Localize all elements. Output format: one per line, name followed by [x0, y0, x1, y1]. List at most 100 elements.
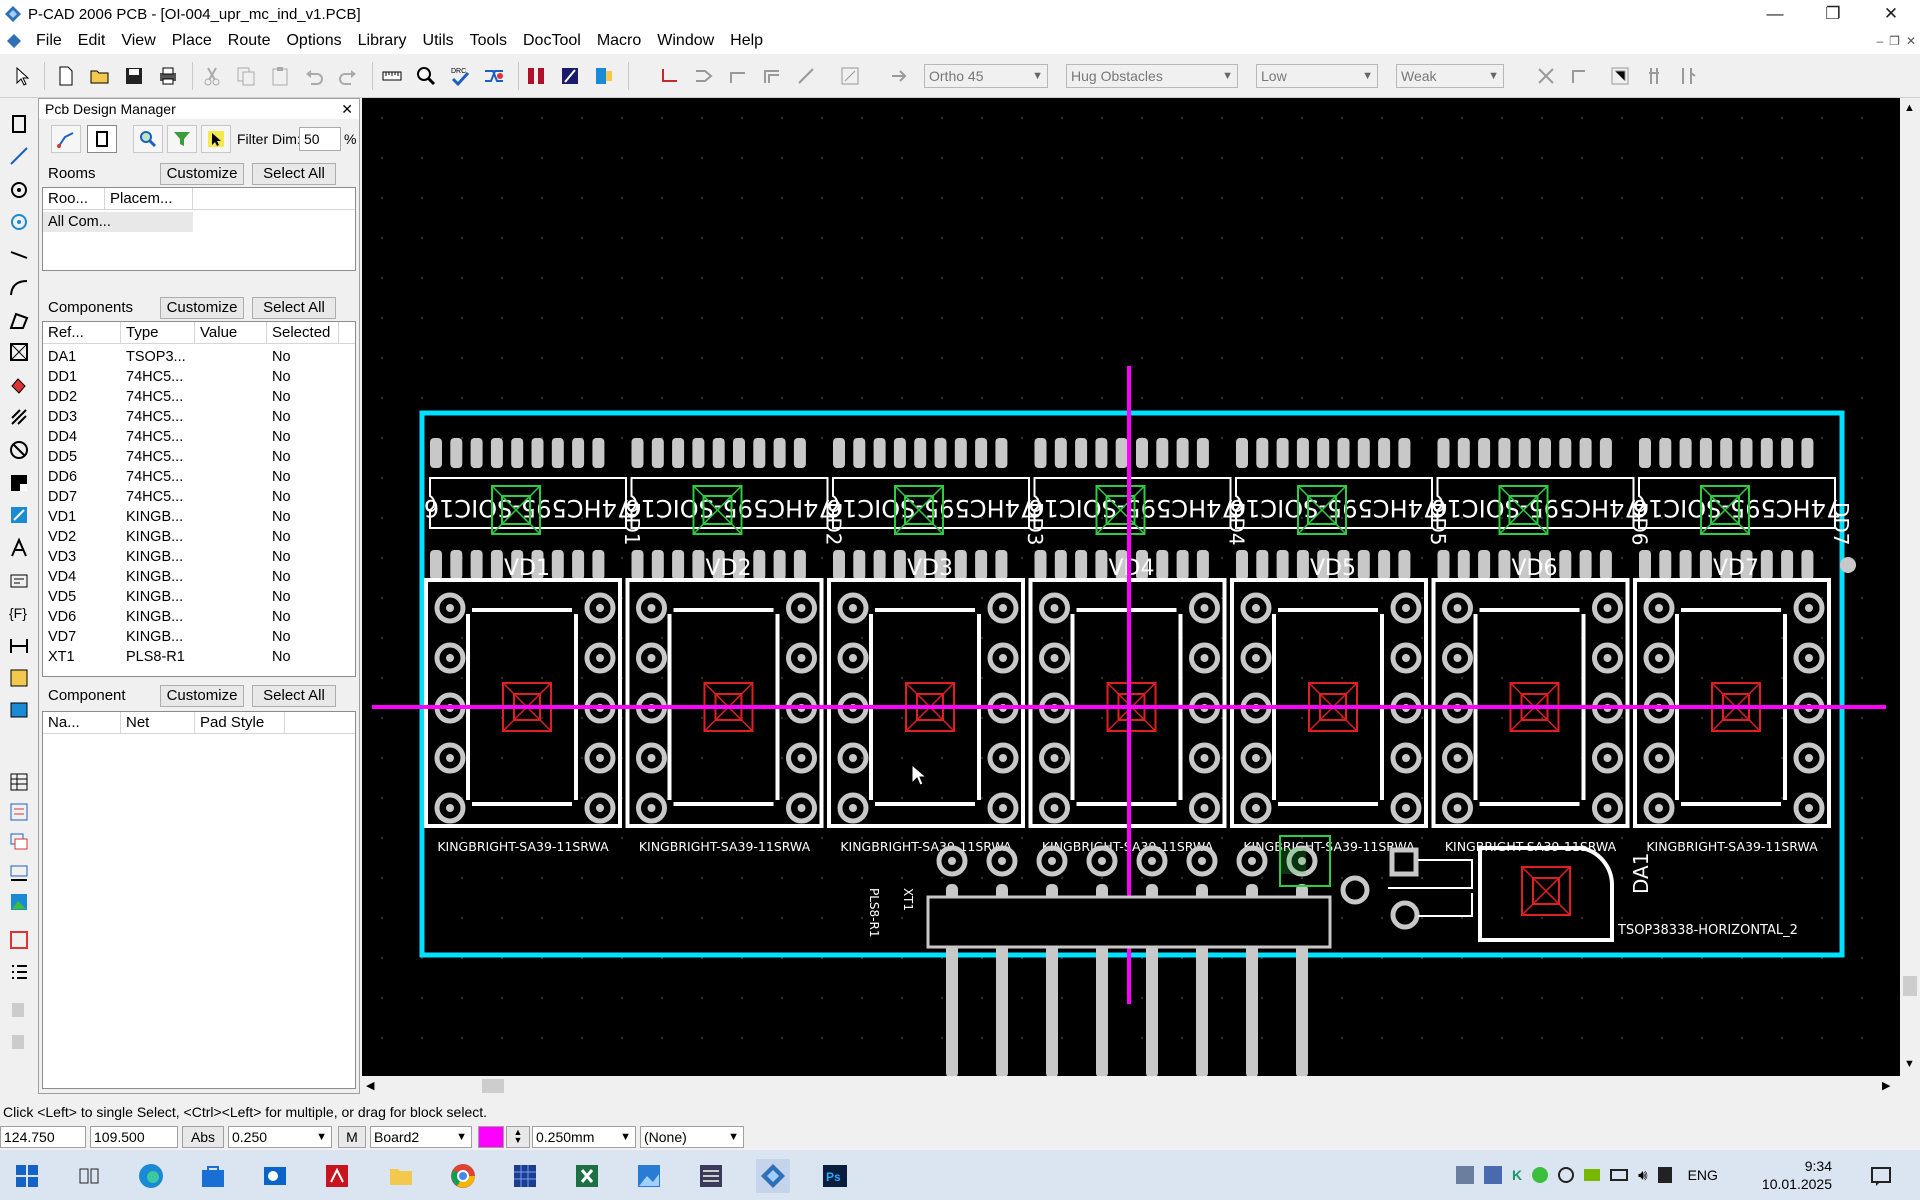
place-text-button[interactable]: [5, 534, 33, 562]
table-row[interactable]: VD6 KINGB... No: [43, 607, 355, 627]
strength-select[interactable]: Weak ▼: [1396, 64, 1504, 88]
rooms-col-room[interactable]: Roo...: [43, 188, 105, 209]
mdi-minimize-button[interactable]: ‒: [1876, 34, 1883, 48]
tray-check-icon[interactable]: [1532, 1167, 1549, 1183]
nets-view-button[interactable]: [51, 125, 81, 153]
print-button[interactable]: [154, 62, 182, 90]
table-row[interactable]: DD3 74HC5... No: [43, 407, 355, 427]
save-button[interactable]: [120, 62, 148, 90]
route-next-button[interactable]: [886, 62, 914, 90]
place-cutout-button[interactable]: [5, 403, 33, 431]
menu-file[interactable]: File: [28, 28, 70, 54]
place-pad-button[interactable]: [5, 176, 33, 204]
place-image-button[interactable]: [5, 888, 33, 916]
route-view-button[interactable]: [590, 62, 618, 90]
copy-button[interactable]: [232, 62, 260, 90]
place-disabled-b-button[interactable]: [5, 1028, 33, 1056]
bus-route-button[interactable]: [758, 62, 786, 90]
explorer-taskbar-button[interactable]: [384, 1159, 418, 1193]
place-attribute-button[interactable]: [5, 567, 33, 595]
menu-place[interactable]: Place: [164, 28, 220, 54]
acrobat-taskbar-button[interactable]: [320, 1159, 354, 1193]
vertical-scrollbar[interactable]: ▲ ▼: [1900, 98, 1920, 1076]
layer-select[interactable]: Board2 ▼: [370, 1126, 472, 1148]
menu-route[interactable]: Route: [220, 28, 279, 54]
place-disabled-a-button[interactable]: [5, 996, 33, 1024]
table-row[interactable]: DA1 TSOP3... No: [43, 347, 355, 367]
place-drill-table-button[interactable]: [5, 858, 33, 886]
task-view-button[interactable]: [72, 1159, 106, 1193]
table-row[interactable]: DD5 74HC5... No: [43, 447, 355, 467]
open-button[interactable]: [86, 62, 114, 90]
grid-select[interactable]: 0.250 ▼: [228, 1126, 332, 1148]
pins-col-pad-style[interactable]: Pad Style: [195, 712, 285, 733]
rooms-customize-button[interactable]: Customize: [160, 163, 244, 185]
menu-doctool[interactable]: DocTool: [515, 28, 589, 54]
table-row[interactable]: VD4 KINGB... No: [43, 567, 355, 587]
route-tool-e-button[interactable]: [1674, 62, 1702, 90]
manager-close-icon[interactable]: ✕: [341, 101, 353, 118]
menu-library[interactable]: Library: [350, 28, 415, 54]
tray-app-b-icon[interactable]: [1484, 1166, 1502, 1184]
table-row[interactable]: VD1 KINGB... No: [43, 507, 355, 527]
table-row[interactable]: DD6 74HC5... No: [43, 467, 355, 487]
components-col-selected[interactable]: Selected: [267, 322, 339, 343]
components-view-button[interactable]: [87, 125, 117, 153]
list-item[interactable]: All Com...: [43, 212, 193, 232]
route-options-button[interactable]: [836, 62, 864, 90]
undo-button[interactable]: [300, 62, 328, 90]
effort-select[interactable]: Low ▼: [1256, 64, 1378, 88]
miter-button[interactable]: [792, 62, 820, 90]
place-layers-button[interactable]: [5, 828, 33, 856]
obstacle-mode-select[interactable]: Hug Obstacles ▼: [1066, 64, 1238, 88]
push-trace-button[interactable]: [724, 62, 752, 90]
place-plane-button[interactable]: [5, 436, 33, 464]
route-tool-c-button[interactable]: [1606, 62, 1634, 90]
ortho-select[interactable]: Ortho 45 ▼: [924, 64, 1048, 88]
pins-col-net[interactable]: Net: [121, 712, 195, 733]
place-table-button[interactable]: [5, 768, 33, 796]
tray-security-icon[interactable]: [1657, 1167, 1672, 1183]
place-keepout-button[interactable]: [5, 338, 33, 366]
rooms-select-all-button[interactable]: Select All: [252, 163, 336, 185]
route-layer-button[interactable]: [556, 62, 584, 90]
horizontal-scroll-thumb[interactable]: [482, 1079, 504, 1093]
place-line-button[interactable]: [5, 241, 33, 269]
net-select[interactable]: (None) ▼: [640, 1126, 744, 1148]
table-row[interactable]: VD2 KINGB... No: [43, 527, 355, 547]
place-report-button[interactable]: [5, 958, 33, 986]
table-row[interactable]: VD3 KINGB... No: [43, 547, 355, 567]
menu-tools[interactable]: Tools: [462, 28, 515, 54]
rooms-col-placement[interactable]: Placem...: [105, 188, 193, 209]
route-tool-d-button[interactable]: [1640, 62, 1668, 90]
place-picture-button[interactable]: [5, 696, 33, 724]
filter-button[interactable]: [167, 125, 197, 153]
scroll-up-icon[interactable]: ▲: [1904, 102, 1915, 114]
tray-nvidia-icon[interactable]: [1584, 1169, 1601, 1181]
tray-volume-icon[interactable]: 🔊︎: [1638, 1167, 1647, 1184]
outlook-taskbar-button[interactable]: [258, 1159, 292, 1193]
select-in-design-button[interactable]: [201, 125, 231, 153]
components-select-all-button[interactable]: Select All: [252, 297, 336, 319]
calculator-taskbar-button[interactable]: [694, 1159, 728, 1193]
photos-taskbar-button[interactable]: [632, 1159, 666, 1193]
place-field-button[interactable]: [5, 501, 33, 529]
place-polygon-button[interactable]: [5, 306, 33, 334]
pcad-taskbar-button[interactable]: [756, 1159, 790, 1193]
menu-options[interactable]: Options: [278, 28, 349, 54]
mdi-close-button[interactable]: ✕: [1906, 34, 1916, 48]
m-button[interactable]: M: [338, 1126, 366, 1148]
tray-help-icon[interactable]: [1558, 1167, 1575, 1183]
layer-spinner[interactable]: ▲ ▼: [506, 1126, 530, 1148]
place-diagram-button[interactable]: [5, 798, 33, 826]
scroll-down-icon[interactable]: ▼: [1904, 1058, 1915, 1070]
place-arc-button[interactable]: [5, 274, 33, 302]
table-row[interactable]: DD7 74HC5... No: [43, 487, 355, 507]
tray-network-icon[interactable]: [1610, 1169, 1629, 1181]
table-row[interactable]: DD4 74HC5... No: [43, 427, 355, 447]
chrome-taskbar-button[interactable]: [446, 1159, 480, 1193]
table-row[interactable]: VD7 KINGB... No: [43, 627, 355, 647]
tray-app-a-icon[interactable]: [1456, 1166, 1474, 1184]
table-row[interactable]: DD1 74HC5... No: [43, 367, 355, 387]
photoshop-taskbar-button[interactable]: Ps: [818, 1159, 852, 1193]
